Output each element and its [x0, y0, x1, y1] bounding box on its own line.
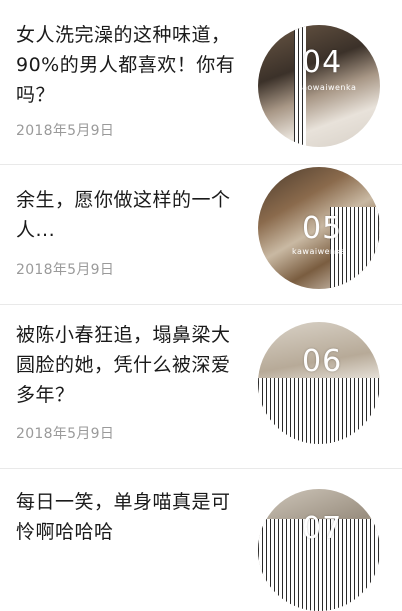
article-thumbnail[interactable]: 04 aowaiwenka [258, 25, 380, 147]
article-item[interactable]: 余生，愿你做这样的一个人... 2018年5月9日 05 kawaiwenka [0, 165, 402, 305]
article-date: 2018年5月9日 [16, 426, 115, 442]
article-title[interactable]: 被陈小春狂追，塌鼻梁大圆脸的她，凭什么被深爱多年？ [16, 320, 244, 410]
article-thumbnail[interactable]: 05 kawaiwenka [258, 167, 380, 289]
issue-number: 07 [302, 511, 343, 546]
article-item[interactable]: 每日一笑，单身喵真是可怜啊哈哈哈 07 [0, 469, 402, 611]
issue-number: 06 [302, 344, 343, 379]
article-thumbnail[interactable]: 06 [258, 322, 380, 444]
article-item[interactable]: 女人洗完澡的这种味道，90%的男人都喜欢！你有吗？ 2018年5月9日 04 a… [0, 0, 402, 165]
article-item[interactable]: 被陈小春狂追，塌鼻梁大圆脸的她，凭什么被深爱多年？ 2018年5月9日 06 [0, 305, 402, 469]
article-title[interactable]: 女人洗完澡的这种味道，90%的男人都喜欢！你有吗？ [16, 20, 244, 110]
article-thumbnail[interactable]: 07 [258, 489, 380, 611]
article-title[interactable]: 每日一笑，单身喵真是可怜啊哈哈哈 [16, 487, 244, 547]
issue-number: 05 [302, 211, 343, 246]
stripe-pattern [258, 378, 380, 444]
issue-number: 04 [302, 45, 343, 80]
article-date: 2018年5月9日 [16, 262, 115, 278]
article-title[interactable]: 余生，愿你做这样的一个人... [16, 185, 244, 245]
article-date: 2018年5月9日 [16, 123, 115, 139]
thumbnail-caption: kawaiwenka [292, 247, 346, 256]
thumbnail-caption: aowaiwenka [302, 83, 357, 92]
